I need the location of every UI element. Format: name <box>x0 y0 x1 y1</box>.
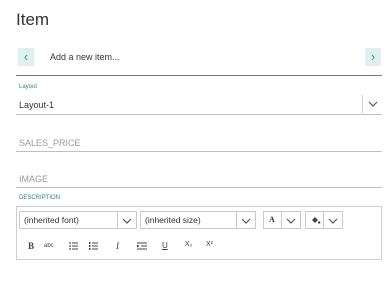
bold-button[interactable]: B <box>28 241 34 251</box>
background-color-button[interactable] <box>305 211 343 229</box>
superscript-button[interactable]: X² <box>206 241 213 248</box>
font-size-value: (inherited size) <box>145 215 201 225</box>
chevron-down-icon <box>328 218 338 224</box>
layout-select[interactable]: Layout-1 <box>19 100 54 110</box>
chevron-down-icon <box>286 218 296 224</box>
font-size-select[interactable]: (inherited size) <box>140 211 256 229</box>
indent-icon[interactable] <box>137 242 147 250</box>
subscript-button[interactable]: X₂ <box>185 241 192 248</box>
font-family-select[interactable]: (inherited font) <box>19 211 137 229</box>
layout-label: Layout <box>19 84 38 90</box>
navigator-divider <box>16 75 382 76</box>
sales-price-underline <box>16 151 382 152</box>
layout-underline <box>16 114 382 115</box>
sales-price-field[interactable]: SALES_PRICE <box>19 138 81 148</box>
italic-button[interactable]: I <box>116 241 119 251</box>
description-label: DESCRIPTION <box>19 195 61 201</box>
select-separator <box>117 212 118 228</box>
new-item-placeholder[interactable]: Add a new item... <box>50 52 120 62</box>
font-family-value: (inherited font) <box>24 215 79 225</box>
description-editor[interactable]: (inherited font) (inherited size) A B ab… <box>16 206 382 260</box>
underline-button[interactable]: U <box>162 241 168 250</box>
chevron-down-icon[interactable] <box>367 98 379 110</box>
select-separator <box>323 212 324 228</box>
select-separator <box>281 212 282 228</box>
layout-select-separator <box>362 95 363 113</box>
strikethrough-button[interactable]: abc <box>44 243 54 249</box>
select-separator <box>236 212 237 228</box>
text-color-glyph: A <box>269 215 275 224</box>
previous-item-button[interactable]: ‹ <box>18 48 34 66</box>
chevron-left-icon: ‹ <box>23 49 29 64</box>
next-item-button[interactable]: › <box>365 48 381 66</box>
chevron-down-icon <box>122 218 132 224</box>
page-title: Item <box>16 10 50 29</box>
image-underline <box>16 187 382 188</box>
numbered-list-icon[interactable] <box>89 242 98 250</box>
chevron-down-icon <box>241 218 251 224</box>
bulleted-list-icon[interactable] <box>69 242 78 250</box>
image-field[interactable]: IMAGE <box>19 174 48 184</box>
chevron-right-icon: › <box>370 49 376 64</box>
text-color-button[interactable]: A <box>263 211 301 229</box>
paint-bucket-icon <box>312 217 321 224</box>
